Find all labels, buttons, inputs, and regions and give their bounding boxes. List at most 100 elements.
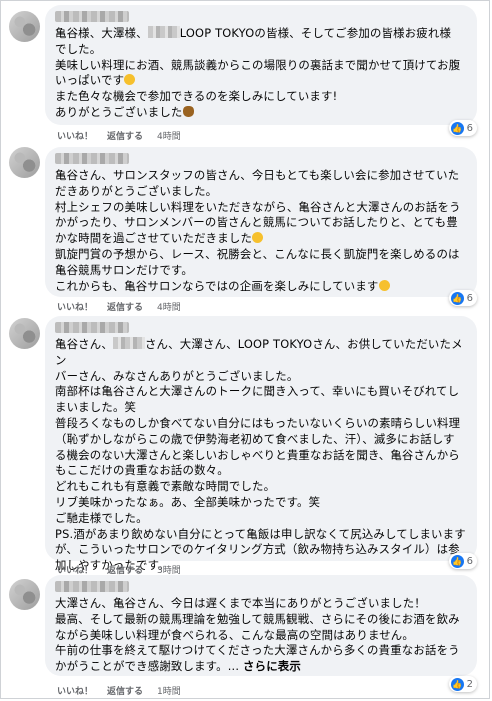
comment-line: る機会のない大澤さんと楽しいおしゃべりと貴重なお話を聞き、亀谷さんから — [55, 448, 467, 464]
comment-line: 亀谷競馬サロンだけです。 — [55, 263, 467, 279]
smiling-face-emoji-icon — [124, 74, 136, 86]
commenter-name-redacted[interactable] — [55, 322, 129, 333]
comment-thread: 亀谷様、大澤様、 LOOP TOKYOの皆様、そしてご参加の皆様お疲れ様 でした。美… — [0, 0, 490, 699]
comment-text-segment: 亀谷さん、 — [55, 337, 113, 351]
comment-line: だきありがとうございました。 — [55, 184, 467, 200]
comment-line: もここだけの貴重なお話の数々。 — [55, 463, 467, 479]
comment-text-segment: かがうことができ感謝致します。... — [55, 659, 244, 674]
comment-actions: いいね！ 返信する 1時間 — [57, 684, 181, 697]
comment-text-segment: 亀谷様、大澤様、 — [55, 26, 148, 40]
reaction-count-value: 2 — [466, 678, 473, 690]
comment-text-segment: 最高、そして最新の競馬理論を勉強して競馬観戦、さらにその後にお酒を飲み — [55, 611, 460, 626]
comment-text-segment: どれもこれも有意義で素敵な時間でした。 — [55, 479, 276, 494]
comment-text-segment: 普段ろくなものしか食べてない自分にはもったいないくらいの素晴らしい料理 — [55, 415, 461, 430]
see-more-link[interactable]: さらに表示 — [243, 659, 301, 673]
comment-text-segment: もここだけの貴重なお話の数々。 — [55, 463, 229, 478]
commenter-name-redacted[interactable] — [55, 581, 129, 592]
like-link[interactable]: いいね！ — [57, 129, 93, 142]
reply-link[interactable]: 返信する — [107, 300, 143, 313]
comment-text-segment: でした。 — [55, 41, 102, 56]
reaction-count[interactable]: 👍 6 — [448, 120, 477, 136]
comment-line: いっぱいです — [55, 73, 467, 89]
redacted-name — [112, 337, 145, 349]
reaction-count[interactable]: 👍 6 — [448, 290, 477, 306]
comment-bubble: 亀谷様、大澤様、 LOOP TOKYOの皆様、そしてご参加の皆様お疲れ様 でした。美… — [45, 5, 477, 125]
comment-bubble: 亀谷さん、サロンスタッフの皆さん、今日もとても楽しい会に参加させていた だきありが… — [45, 147, 477, 297]
reply-link[interactable]: 返信する — [107, 684, 143, 697]
comment-text-segment: 村上シェフの美味しい料理をいただきながら、亀谷さんと大澤さんのお話をう — [55, 199, 461, 214]
comment-line: かな時間を過ごさせていただきました — [55, 231, 467, 247]
commenter-name-redacted[interactable] — [55, 11, 129, 22]
comment-line: でした。 — [55, 42, 467, 58]
comment-text-segment: また色々な機会で参加できるのを楽しみにしています! — [55, 89, 338, 104]
comment-text-segment: リブ美味かったなぁ。あ、全部美味かったです。笑 — [55, 494, 321, 509]
comment-line: バーさん、みなさんありがとうございました。 — [55, 369, 467, 385]
like-link[interactable]: いいね！ — [57, 300, 93, 313]
reaction-count-value: 6 — [466, 122, 473, 134]
comment-line: まいました。笑 — [55, 400, 467, 416]
commenter-name-redacted[interactable] — [55, 153, 129, 164]
comment-text-segment: が、こういったサロンでのケイタリング方式（飲み物持ち込みスタイル）は参 — [55, 542, 460, 557]
avatar[interactable] — [9, 147, 40, 178]
comment-line: 亀谷さん、サロンスタッフの皆さん、今日もとても楽しい会に参加させていた — [55, 168, 467, 184]
poo-emoji-icon — [182, 105, 194, 117]
comment-text-segment: る機会のない大澤さんと楽しいおしゃべりと貴重なお話を聞き、亀谷さんから — [55, 447, 460, 462]
smiling-face-emoji-icon — [252, 232, 264, 244]
reaction-count-value: 6 — [466, 292, 473, 304]
comment-line: が、こういったサロンでのケイタリング方式（飲み物持ち込みスタイル）は参 — [55, 542, 467, 558]
thumbs-up-icon: 👍 — [450, 677, 464, 691]
like-link[interactable]: いいね！ — [57, 684, 93, 697]
reaction-count[interactable]: 👍 2 — [448, 676, 477, 692]
comment-text-segment: まいました。笑 — [55, 400, 137, 415]
comment-text-segment: 南部杯は亀谷さんと大澤さんのトークに聞き入って、幸いにも買いそびれてし — [55, 384, 460, 399]
comment-line: 南部杯は亀谷さんと大澤さんのトークに聞き入って、幸いにも買いそびれてし — [55, 384, 467, 400]
timestamp[interactable]: 1時間 — [157, 684, 181, 697]
redacted-name — [147, 26, 180, 38]
comment-text: 亀谷さん、 さん、大澤さん、LOOP TOKYOさん、お供していただいたメン バーさ… — [55, 337, 467, 574]
thumbs-up-icon: 👍 — [450, 291, 464, 305]
comment-line: かがったり、サロンメンバーの皆さんと競馬についてお話したりと、とても豊 — [55, 215, 467, 231]
comment-line: ながら美味しい料理が食べられる、こんな最高の空間はありません。 — [55, 628, 467, 644]
comment-line: 凱旋門賞の予想から、レース、祝勝会と、こんなに長く凱旋門を楽しめるのは — [55, 247, 467, 263]
comment-text-segment: かな時間を過ごさせていただきました — [55, 231, 253, 246]
comment-line: 普段ろくなものしか食べてない自分にはもったいないくらいの素晴らしい料理 — [55, 416, 467, 432]
comment-text-segment: 亀谷さん、サロンスタッフの皆さん、今日もとても楽しい会に参加させていた — [55, 168, 460, 182]
comment-line: 亀谷さん、 さん、大澤さん、LOOP TOKYOさん、お供していただいたメン — [55, 337, 467, 369]
comment-line: 亀谷様、大澤様、 LOOP TOKYOの皆様、そしてご参加の皆様お疲れ様 — [55, 26, 467, 42]
comment-line: また色々な機会で参加できるのを楽しみにしています! — [55, 89, 467, 105]
reaction-count-value: 6 — [466, 555, 473, 567]
comment-text-segment: バーさん、みなさんありがとうございました。 — [55, 368, 299, 383]
comment-line: かがうことができ感謝致します。... さらに表示 — [55, 659, 467, 675]
comment-text-segment: ありがとうございました — [55, 104, 183, 119]
comment-text-segment: 大澤さん、亀谷さん、今日は遅くまで本当にありがとうございました！ — [55, 596, 426, 610]
comment-line: 午前の仕事を終えて駆けつけてくださった大澤さんから多くの貴重なお話をう — [55, 643, 467, 659]
comment-text-segment: 凱旋門賞の予想から、レース、祝勝会と、こんなに長く凱旋門を楽しめるのは — [55, 246, 460, 261]
comment-line: リブ美味かったなぁ。あ、全部美味かったです。笑 — [55, 495, 467, 511]
reply-link[interactable]: 返信する — [107, 129, 143, 142]
avatar[interactable] — [9, 579, 40, 610]
reaction-count[interactable]: 👍 6 — [448, 553, 477, 569]
comment-line: （恥ずかしながらこの歳で伊勢海老初めて食べました、汗）、滅多にお話しす — [55, 432, 467, 448]
comment-text-segment: いっぱいです — [55, 73, 125, 88]
comment-actions: いいね！ 返信する 4時間 — [57, 300, 181, 313]
comment-line: ご馳走様でした。 — [55, 511, 467, 527]
smiling-face-emoji-icon — [378, 279, 390, 291]
comment-bubble: 亀谷さん、 さん、大澤さん、LOOP TOKYOさん、お供していただいたメン バーさ… — [45, 316, 477, 572]
thumbs-up-icon: 👍 — [450, 121, 464, 135]
comment-line: 最高、そして最新の競馬理論を勉強して競馬観戦、さらにその後にお酒を飲み — [55, 612, 467, 628]
avatar[interactable] — [9, 318, 40, 349]
comment-line: どれもこれも有意義で素敵な時間でした。 — [55, 479, 467, 495]
comment-line: ありがとうございました — [55, 105, 467, 121]
comment-text-segment: だきありがとうございました。 — [55, 183, 218, 198]
avatar[interactable] — [9, 11, 40, 42]
comment-line: 美味しい料理にお酒、競馬談義からこの場限りの裏話まで聞かせて頂けてお腹 — [55, 58, 467, 74]
comment-text-segment: これからも、亀谷サロンならではの企画を楽しみにしています — [55, 278, 379, 293]
timestamp[interactable]: 4時間 — [157, 129, 181, 142]
comment-line: これからも、亀谷サロンならではの企画を楽しみにしています — [55, 279, 467, 295]
timestamp[interactable]: 4時間 — [157, 300, 181, 313]
comment-text: 大澤さん、亀谷さん、今日は遅くまで本当にありがとうございました！ 最高、そして最新… — [55, 596, 467, 675]
comment-text-segment: （恥ずかしながらこの歳で伊勢海老初めて食べました、汗）、滅多にお話しす — [55, 431, 455, 446]
thumbs-up-icon: 👍 — [450, 554, 464, 568]
comment-text-segment: 亀谷競馬サロンだけです。 — [55, 262, 193, 277]
comment-text: 亀谷さん、サロンスタッフの皆さん、今日もとても楽しい会に参加させていた だきありが… — [55, 168, 467, 294]
